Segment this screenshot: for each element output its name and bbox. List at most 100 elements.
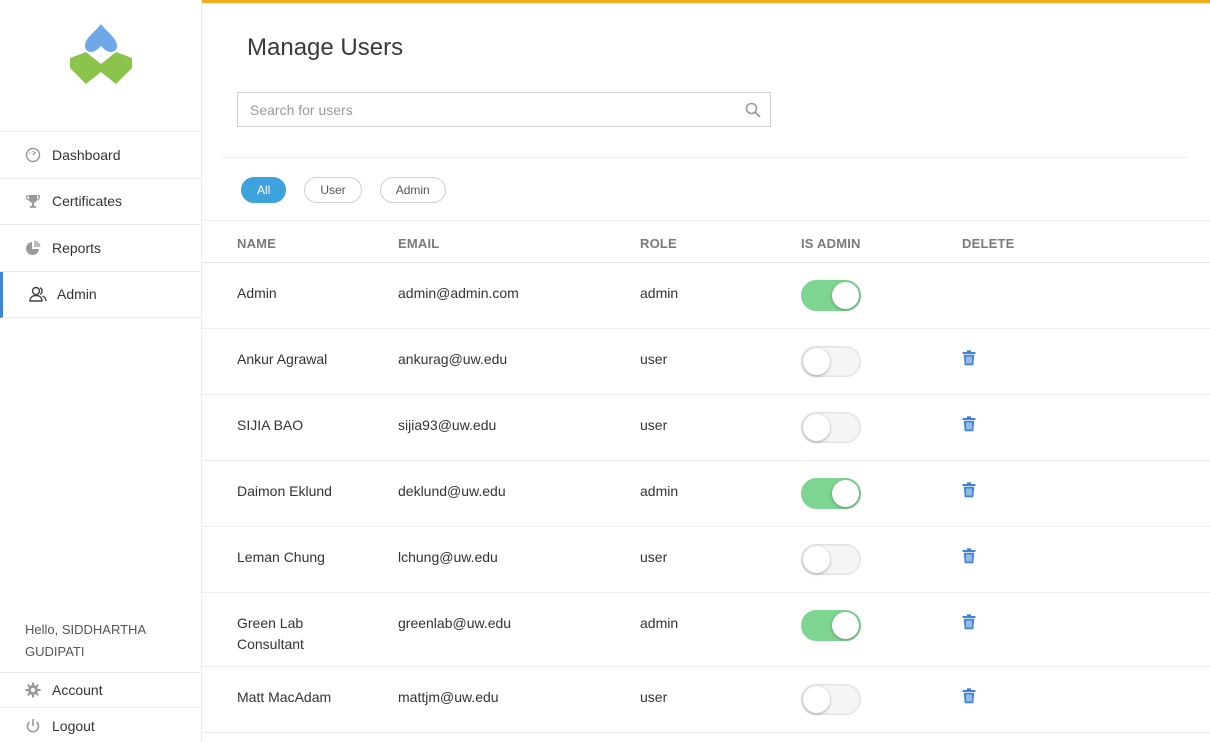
toggle-knob	[832, 612, 859, 639]
logo-icon[interactable]	[68, 22, 134, 92]
user-email: deklund@uw.edu	[398, 483, 506, 499]
sidebar-item-label: Certificates	[52, 193, 123, 210]
column-header-delete: DELETE	[962, 236, 1015, 251]
table-row: Matt MacAdam mattjm@uw.edu user	[202, 667, 1210, 733]
search-icon[interactable]	[736, 93, 770, 126]
sidebar: Dashboard Certificates Reports Admin Hel…	[0, 0, 202, 742]
user-role: user	[640, 689, 668, 705]
is-admin-toggle[interactable]	[801, 346, 861, 377]
filter-user[interactable]: User	[304, 177, 362, 203]
sidebar-item-certificates[interactable]: Certificates	[0, 179, 202, 225]
users-table: NAME EMAIL ROLE IS ADMIN DELETE Admin adm…	[202, 220, 1210, 733]
sidebar-item-dashboard[interactable]: Dashboard	[0, 132, 202, 179]
user-email: greenlab@uw.edu	[398, 615, 512, 631]
role-filters: All User Admin	[241, 177, 446, 203]
user-name: Matt MacAdam	[237, 689, 332, 705]
user-name: Daimon Eklund	[237, 483, 332, 499]
table-row: SIJIA BAO sijia93@uw.edu user	[202, 395, 1210, 461]
user-name: Admin	[237, 285, 277, 301]
user-role: user	[640, 417, 668, 433]
is-admin-toggle[interactable]	[801, 478, 861, 509]
toggle-knob	[832, 480, 859, 507]
user-role: admin	[640, 285, 679, 301]
user-email: lchung@uw.edu	[398, 549, 498, 565]
is-admin-cell	[801, 478, 861, 509]
table-row: Daimon Eklund deklund@uw.edu admin	[202, 461, 1210, 527]
search-input[interactable]	[238, 93, 736, 126]
user-email: sijia93@uw.edu	[398, 417, 497, 433]
table-row: Ankur Agrawal ankurag@uw.edu user	[202, 329, 1210, 395]
user-email: mattjm@uw.edu	[398, 689, 499, 705]
is-admin-cell	[801, 610, 861, 641]
user-name: SIJIA BAO	[237, 417, 304, 433]
is-admin-toggle[interactable]	[801, 544, 861, 575]
users-icon	[29, 285, 47, 303]
table-header: NAME EMAIL ROLE IS ADMIN DELETE	[202, 220, 1210, 263]
sidebar-item-label: Logout	[52, 717, 95, 734]
is-admin-toggle[interactable]	[801, 684, 861, 715]
column-header-email[interactable]: EMAIL	[398, 236, 439, 251]
trash-icon[interactable]	[962, 614, 976, 633]
user-email: admin@admin.com	[398, 285, 519, 301]
main-content: Manage Users All User Admin NAME EMAIL R…	[202, 3, 1210, 742]
is-admin-cell	[801, 280, 861, 311]
trash-icon[interactable]	[962, 688, 976, 707]
sidebar-item-admin[interactable]: Admin	[0, 271, 202, 318]
user-name: Ankur Agrawal	[237, 351, 328, 367]
sidebar-item-label: Reports	[52, 239, 102, 256]
delete-cell	[962, 416, 976, 438]
user-role: user	[640, 549, 668, 565]
is-admin-cell	[801, 412, 861, 443]
sidebar-item-label: Account	[52, 682, 103, 698]
sidebar-item-label: Admin	[57, 286, 97, 303]
user-role: user	[640, 351, 668, 367]
filter-admin[interactable]: Admin	[379, 177, 446, 203]
user-role: admin	[640, 615, 679, 631]
trash-icon[interactable]	[962, 548, 976, 567]
table-row: Leman Chung lchung@uw.edu user	[202, 527, 1210, 593]
sidebar-item-label: Dashboard	[52, 146, 121, 163]
trash-icon[interactable]	[962, 416, 976, 435]
toggle-knob	[803, 414, 830, 441]
sidebar-item-logout[interactable]: Logout	[0, 708, 202, 742]
page-title: Manage Users	[247, 34, 404, 61]
toggle-knob	[832, 282, 859, 309]
power-icon	[24, 717, 42, 735]
search-box	[237, 92, 771, 127]
sidebar-item-reports[interactable]: Reports	[0, 225, 202, 272]
is-admin-cell	[801, 684, 861, 715]
toggle-knob	[803, 546, 830, 573]
trash-icon[interactable]	[962, 482, 976, 501]
column-header-name[interactable]: NAME	[237, 236, 276, 251]
user-email: ankurag@uw.edu	[398, 351, 508, 367]
divider	[222, 157, 1188, 158]
sidebar-bottom-nav: Account Logout	[0, 672, 202, 742]
delete-cell	[962, 614, 976, 636]
column-header-role[interactable]: ROLE	[640, 236, 677, 251]
table-row: Green Lab Consultant greenlab@uw.edu admin	[202, 593, 1210, 667]
delete-cell	[962, 350, 976, 372]
delete-cell	[962, 482, 976, 504]
trash-icon[interactable]	[962, 350, 976, 369]
user-name: Green Lab Consultant	[237, 615, 304, 652]
user-name: Leman Chung	[237, 549, 325, 565]
table-body: Admin admin@admin.com admin Ankur Agrawal an…	[202, 263, 1210, 733]
column-header-is-admin: IS ADMIN	[801, 236, 861, 251]
filter-all[interactable]: All	[241, 177, 287, 203]
gauge-icon	[24, 146, 42, 164]
user-role: admin	[640, 483, 679, 499]
is-admin-cell	[801, 544, 861, 575]
delete-cell	[962, 688, 976, 710]
is-admin-toggle[interactable]	[801, 610, 861, 641]
trophy-icon	[24, 192, 42, 210]
is-admin-cell	[801, 346, 861, 377]
sidebar-nav: Dashboard Certificates Reports Admin	[0, 131, 202, 318]
is-admin-toggle[interactable]	[801, 412, 861, 443]
gear-icon	[24, 681, 42, 699]
toggle-knob	[803, 686, 830, 713]
table-row: Admin admin@admin.com admin	[202, 263, 1210, 329]
is-admin-toggle[interactable]	[801, 280, 861, 311]
toggle-knob	[803, 348, 830, 375]
sidebar-item-account[interactable]: Account	[0, 673, 202, 708]
delete-cell	[962, 548, 976, 570]
